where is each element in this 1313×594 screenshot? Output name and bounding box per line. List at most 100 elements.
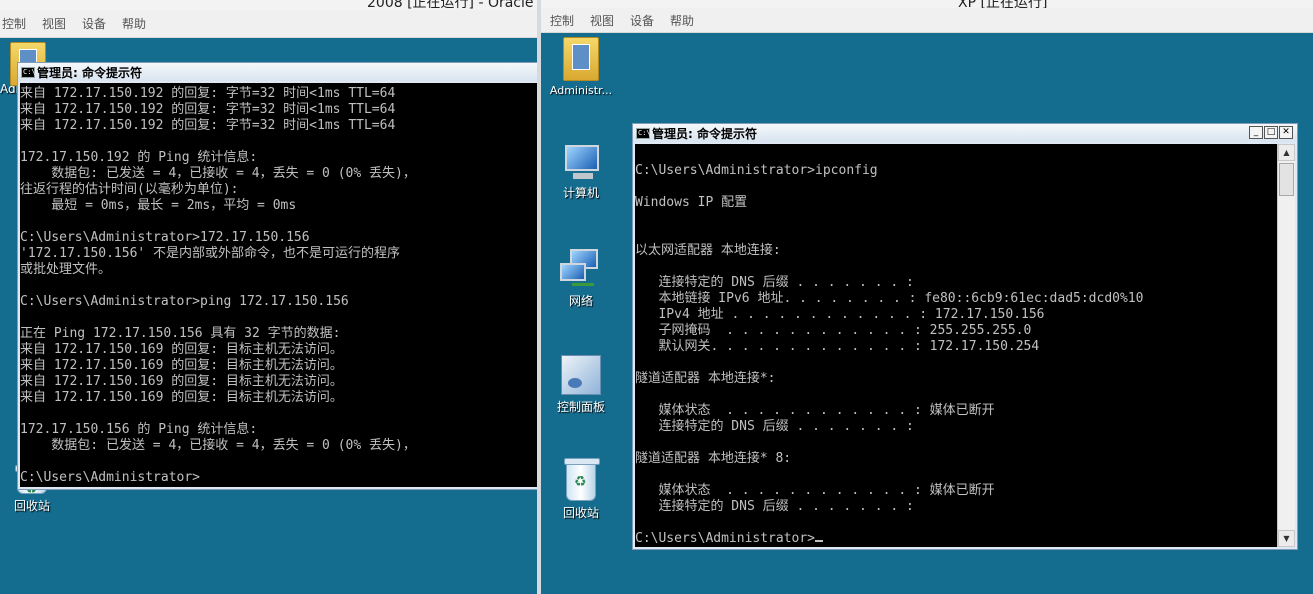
console-line: C:\Users\Administrator> <box>20 470 537 486</box>
console-line: C:\Users\Administrator>ping 172.17.150.1… <box>20 294 537 310</box>
right-menu-control[interactable]: 控制 <box>550 12 574 29</box>
console-line: 媒体状态 . . . . . . . . . . . . : 媒体已断开 <box>635 483 1277 499</box>
left-menu-control[interactable]: 控制 <box>2 15 26 32</box>
right-console-output[interactable]: C:\Users\Administrator>ipconfig Windows I… <box>635 144 1277 547</box>
cmd-window-icon: C:\ <box>21 66 36 78</box>
right-vm-menubar: 控制 视图 设备 帮助 <box>541 8 1313 33</box>
console-line: 数据包: 已发送 = 4，已接收 = 4，丢失 = 0 (0% 丢失)， <box>20 438 537 454</box>
computer-icon <box>561 145 601 181</box>
console-line: 来自 172.17.150.192 的回复: 字节=32 时间<1ms TTL=… <box>20 118 537 134</box>
console-line: 媒体状态 . . . . . . . . . . . . : 媒体已断开 <box>635 403 1277 419</box>
console-line: C:\Users\Administrator> <box>635 531 1277 547</box>
left-vm-title: 2008 [正在运行] - Oracle <box>367 0 534 10</box>
user-folder-icon <box>563 37 599 81</box>
console-line-text: 来自 172.17.150.192 的回复: 字节=32 时间<1ms TTL=… <box>20 86 396 101</box>
right-menu-help[interactable]: 帮助 <box>670 12 694 29</box>
console-line-text: 来自 172.17.150.192 的回复: 字节=32 时间<1ms TTL=… <box>20 102 396 117</box>
desktop-icon-label: 控制面板 <box>556 400 605 414</box>
console-line: C:\Users\Administrator>172.17.150.156 <box>20 230 537 246</box>
left-vm-menubar: 控制 视图 设备 帮助 <box>0 10 537 38</box>
console-line-text: 来自 172.17.150.169 的回复: 目标主机无法访问。 <box>20 374 343 389</box>
left-cmd-window[interactable]: C:\ 管理员: 命令提示符 来自 172.17.150.192 的回复: 字节… <box>17 62 537 490</box>
control-panel-icon <box>561 355 601 395</box>
console-line-text: 最短 = 0ms，最长 = 2ms，平均 = 0ms <box>20 198 297 213</box>
console-line: 连接特定的 DNS 后缀 . . . . . . . : <box>635 275 1277 291</box>
console-line: 往返行程的估计时间(以毫秒为单位): <box>20 182 537 198</box>
cmd-window-icon: C:\ <box>636 127 651 139</box>
console-line-text: 数据包: 已发送 = 4，已接收 = 4，丢失 = 0 (0% 丢失)， <box>20 166 416 181</box>
console-line: 连接特定的 DNS 后缀 . . . . . . . : <box>635 419 1277 435</box>
desktop-icon-recycle-bin[interactable]: 回收站 <box>541 458 621 521</box>
console-line-text: 数据包: 已发送 = 4，已接收 = 4，丢失 = 0 (0% 丢失)， <box>20 438 416 453</box>
console-line-text: 来自 172.17.150.192 的回复: 字节=32 时间<1ms TTL=… <box>20 118 396 133</box>
desktop-icon-network[interactable]: 网络 <box>541 249 621 309</box>
console-line: 来自 172.17.150.192 的回复: 字节=32 时间<1ms TTL=… <box>20 86 537 102</box>
console-line-text: 连接特定的 DNS 后缀 . . . . . . . : <box>635 419 914 434</box>
console-line: '172.17.150.156' 不是内部或外部命令，也不是可运行的程序 <box>20 246 537 262</box>
minimize-button[interactable]: _ <box>1249 126 1263 139</box>
console-line-text: 连接特定的 DNS 后缀 . . . . . . . : <box>635 499 914 514</box>
network-icon <box>560 249 602 289</box>
console-line-text: C:\Users\Administrator> <box>635 531 816 546</box>
console-line: IPv4 地址 . . . . . . . . . . . . : 172.17… <box>635 307 1277 323</box>
left-menu-help[interactable]: 帮助 <box>122 15 146 32</box>
console-line-text: C:\Users\Administrator>ping 172.17.150.1… <box>20 294 349 309</box>
desktop-icon-label: 网络 <box>568 294 593 308</box>
console-line-text: 往返行程的估计时间(以毫秒为单位): <box>20 182 239 197</box>
right-menu-view[interactable]: 视图 <box>590 12 614 29</box>
left-cmd-title-bar[interactable]: C:\ 管理员: 命令提示符 <box>18 63 537 81</box>
left-console-output[interactable]: 来自 172.17.150.192 的回复: 字节=32 时间<1ms TTL=… <box>20 83 537 487</box>
left-menu-devices[interactable]: 设备 <box>82 15 106 32</box>
close-button[interactable]: ✕ <box>1279 126 1293 139</box>
scroll-down-arrow-icon[interactable]: ▼ <box>1278 530 1295 547</box>
console-line-text: 媒体状态 . . . . . . . . . . . . : 媒体已断开 <box>635 483 995 498</box>
console-line: 正在 Ping 172.17.150.156 具有 32 字节的数据: <box>20 326 537 342</box>
console-line-text: '172.17.150.156' 不是内部或外部命令，也不是可运行的程序 <box>20 246 401 261</box>
console-line: C:\Users\Administrator>ipconfig <box>635 163 1277 179</box>
desktop-icon-label: 回收站 <box>13 499 50 513</box>
console-line-text: IPv4 地址 . . . . . . . . . . . . : 172.17… <box>635 307 1045 322</box>
desktop-icon-control-panel[interactable]: 控制面板 <box>541 355 621 415</box>
console-line-text: 隧道适配器 本地连接* 8: <box>635 451 792 466</box>
console-line-text: 子网掩码 . . . . . . . . . . . . : 255.255.2… <box>635 323 1032 338</box>
scrollbar-thumb[interactable] <box>1279 163 1294 196</box>
console-line-text: C:\Users\Administrator>ipconfig <box>635 163 878 178</box>
right-cmd-title-bar[interactable]: C:\ 管理员: 命令提示符 _ □ ✕ <box>633 124 1297 142</box>
right-vm-title: XP [正在运行] <box>958 0 1048 8</box>
console-line-text: C:\Users\Administrator> <box>20 470 201 485</box>
right-cmd-window[interactable]: C:\ 管理员: 命令提示符 _ □ ✕ C:\Users\Administra… <box>632 123 1298 550</box>
scroll-up-arrow-icon[interactable]: ▲ <box>1278 144 1295 161</box>
desktop-icon-administrator[interactable]: Administr... <box>541 37 621 97</box>
desktop-icon-computer[interactable]: 计算机 <box>541 145 621 201</box>
maximize-button[interactable]: □ <box>1264 126 1278 139</box>
right-cmd-title: 管理员: 命令提示符 <box>652 126 757 141</box>
console-line-text: 连接特定的 DNS 后缀 . . . . . . . : <box>635 275 914 290</box>
right-vm-window: XP [正在运行] 控制 视图 设备 帮助 Administr... 计算机 网… <box>541 0 1313 594</box>
console-line: 默认网关. . . . . . . . . . . . . : 172.17.1… <box>635 339 1277 355</box>
console-line: 本地链接 IPv6 地址. . . . . . . . : fe80::6cb9… <box>635 291 1277 307</box>
console-line: 隧道适配器 本地连接* 8: <box>635 451 1277 467</box>
left-vm-desktop: Adm 回收站 C:\ 管理员: 命令提示符 来自 172.17.150.192… <box>0 38 537 594</box>
right-menu-devices[interactable]: 设备 <box>630 12 654 29</box>
console-line: 来自 172.17.150.192 的回复: 字节=32 时间<1ms TTL=… <box>20 102 537 118</box>
recycle-bin-icon <box>564 458 600 501</box>
console-line: 数据包: 已发送 = 4，已接收 = 4，丢失 = 0 (0% 丢失)， <box>20 166 537 182</box>
left-menu-view[interactable]: 视图 <box>42 15 66 32</box>
left-vm-window: 2008 [正在运行] - Oracle 控制 视图 设备 帮助 Adm 回收站… <box>0 0 537 594</box>
console-line: 来自 172.17.150.169 的回复: 目标主机无法访问。 <box>20 358 537 374</box>
console-line-text: 媒体状态 . . . . . . . . . . . . : 媒体已断开 <box>635 403 995 418</box>
console-line: 来自 172.17.150.169 的回复: 目标主机无法访问。 <box>20 390 537 406</box>
right-cmd-scrollbar[interactable]: ▲ ▼ <box>1277 144 1295 547</box>
console-line: Windows IP 配置 <box>635 195 1277 211</box>
